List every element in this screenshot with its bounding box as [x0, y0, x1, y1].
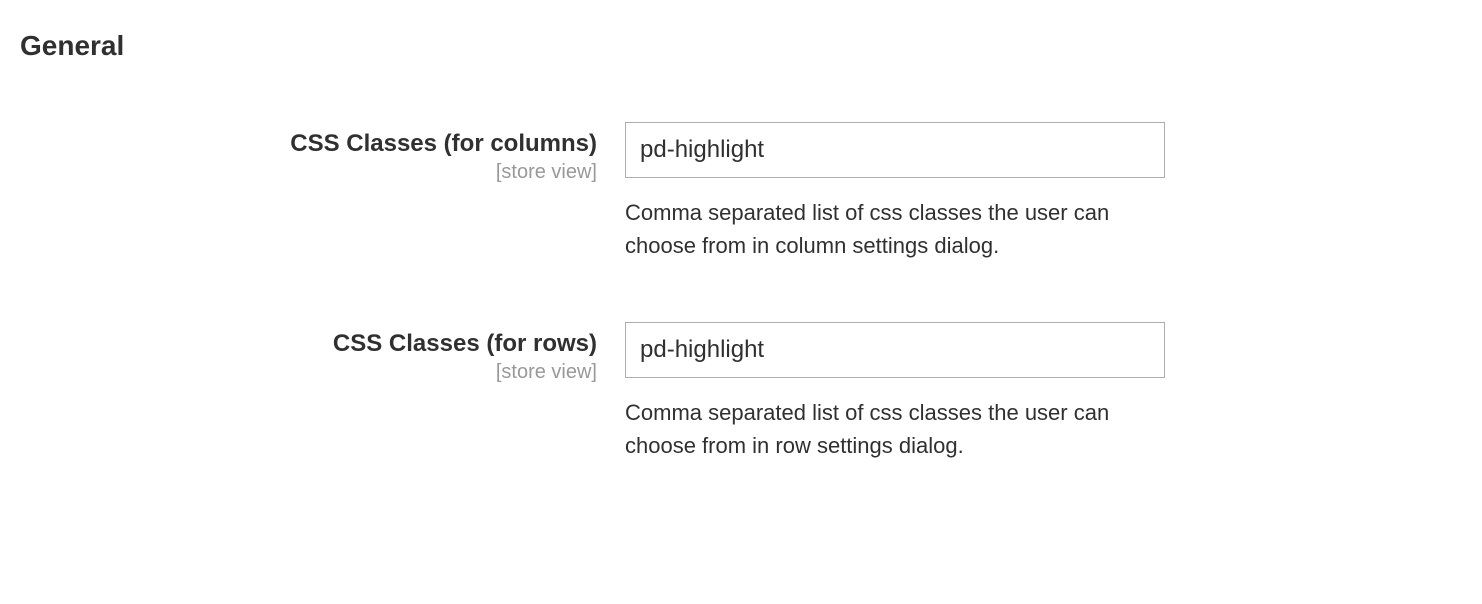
field-note: Comma separated list of css classes the …: [625, 396, 1185, 462]
css-classes-columns-input[interactable]: [625, 122, 1165, 178]
field-label: CSS Classes (for rows): [20, 328, 597, 359]
section-title: General: [20, 30, 1462, 62]
css-classes-rows-input[interactable]: [625, 322, 1165, 378]
scope-label: [store view]: [20, 161, 597, 184]
field-css-classes-columns: CSS Classes (for columns) [store view] C…: [20, 122, 1462, 262]
label-column: CSS Classes (for columns) [store view]: [20, 122, 625, 184]
label-column: CSS Classes (for rows) [store view]: [20, 322, 625, 384]
input-column: Comma separated list of css classes the …: [625, 322, 1195, 462]
field-note: Comma separated list of css classes the …: [625, 196, 1185, 262]
field-css-classes-rows: CSS Classes (for rows) [store view] Comm…: [20, 322, 1462, 462]
input-column: Comma separated list of css classes the …: [625, 122, 1195, 262]
scope-label: [store view]: [20, 361, 597, 384]
field-label: CSS Classes (for columns): [20, 128, 597, 159]
